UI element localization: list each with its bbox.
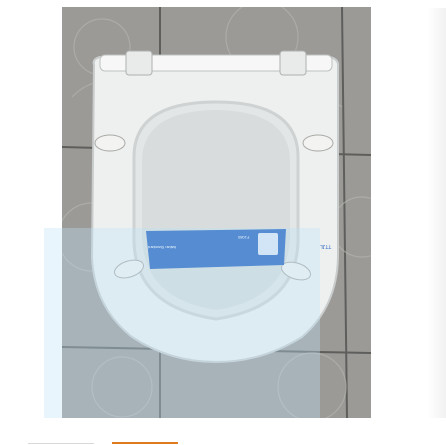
thumbnail-tab-bar bbox=[0, 430, 446, 445]
thumbnail-tab-1[interactable] bbox=[28, 443, 94, 444]
thumbnail-tab-2-active[interactable] bbox=[112, 442, 178, 444]
next-image-peek[interactable] bbox=[428, 8, 446, 418]
label-brand-text: TTJL bbox=[320, 243, 332, 249]
hover-overlay bbox=[44, 228, 320, 418]
